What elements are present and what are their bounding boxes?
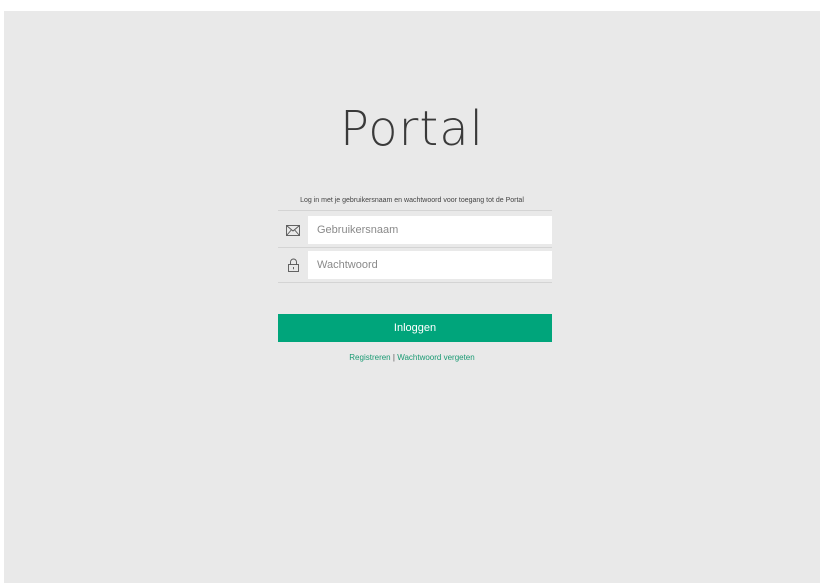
divider (278, 247, 552, 248)
username-input[interactable] (308, 216, 552, 244)
login-button[interactable]: Inloggen (278, 314, 552, 342)
username-field (278, 216, 552, 244)
auth-links: Registreren | Wachtwoord vergeten (4, 353, 820, 362)
password-input[interactable] (308, 251, 552, 279)
page-title: Portal (340, 101, 484, 157)
envelope-icon (282, 216, 304, 244)
password-field (278, 251, 552, 279)
lock-icon (282, 251, 304, 279)
register-link[interactable]: Registreren (349, 353, 390, 362)
divider (278, 210, 552, 211)
login-page: Portal Log in met je gebruikersnaam en w… (4, 11, 820, 583)
login-instruction: Log in met je gebruikersnaam en wachtwoo… (300, 197, 524, 204)
link-separator: | (392, 353, 395, 362)
divider (278, 282, 552, 283)
forgot-password-link[interactable]: Wachtwoord vergeten (397, 353, 475, 362)
